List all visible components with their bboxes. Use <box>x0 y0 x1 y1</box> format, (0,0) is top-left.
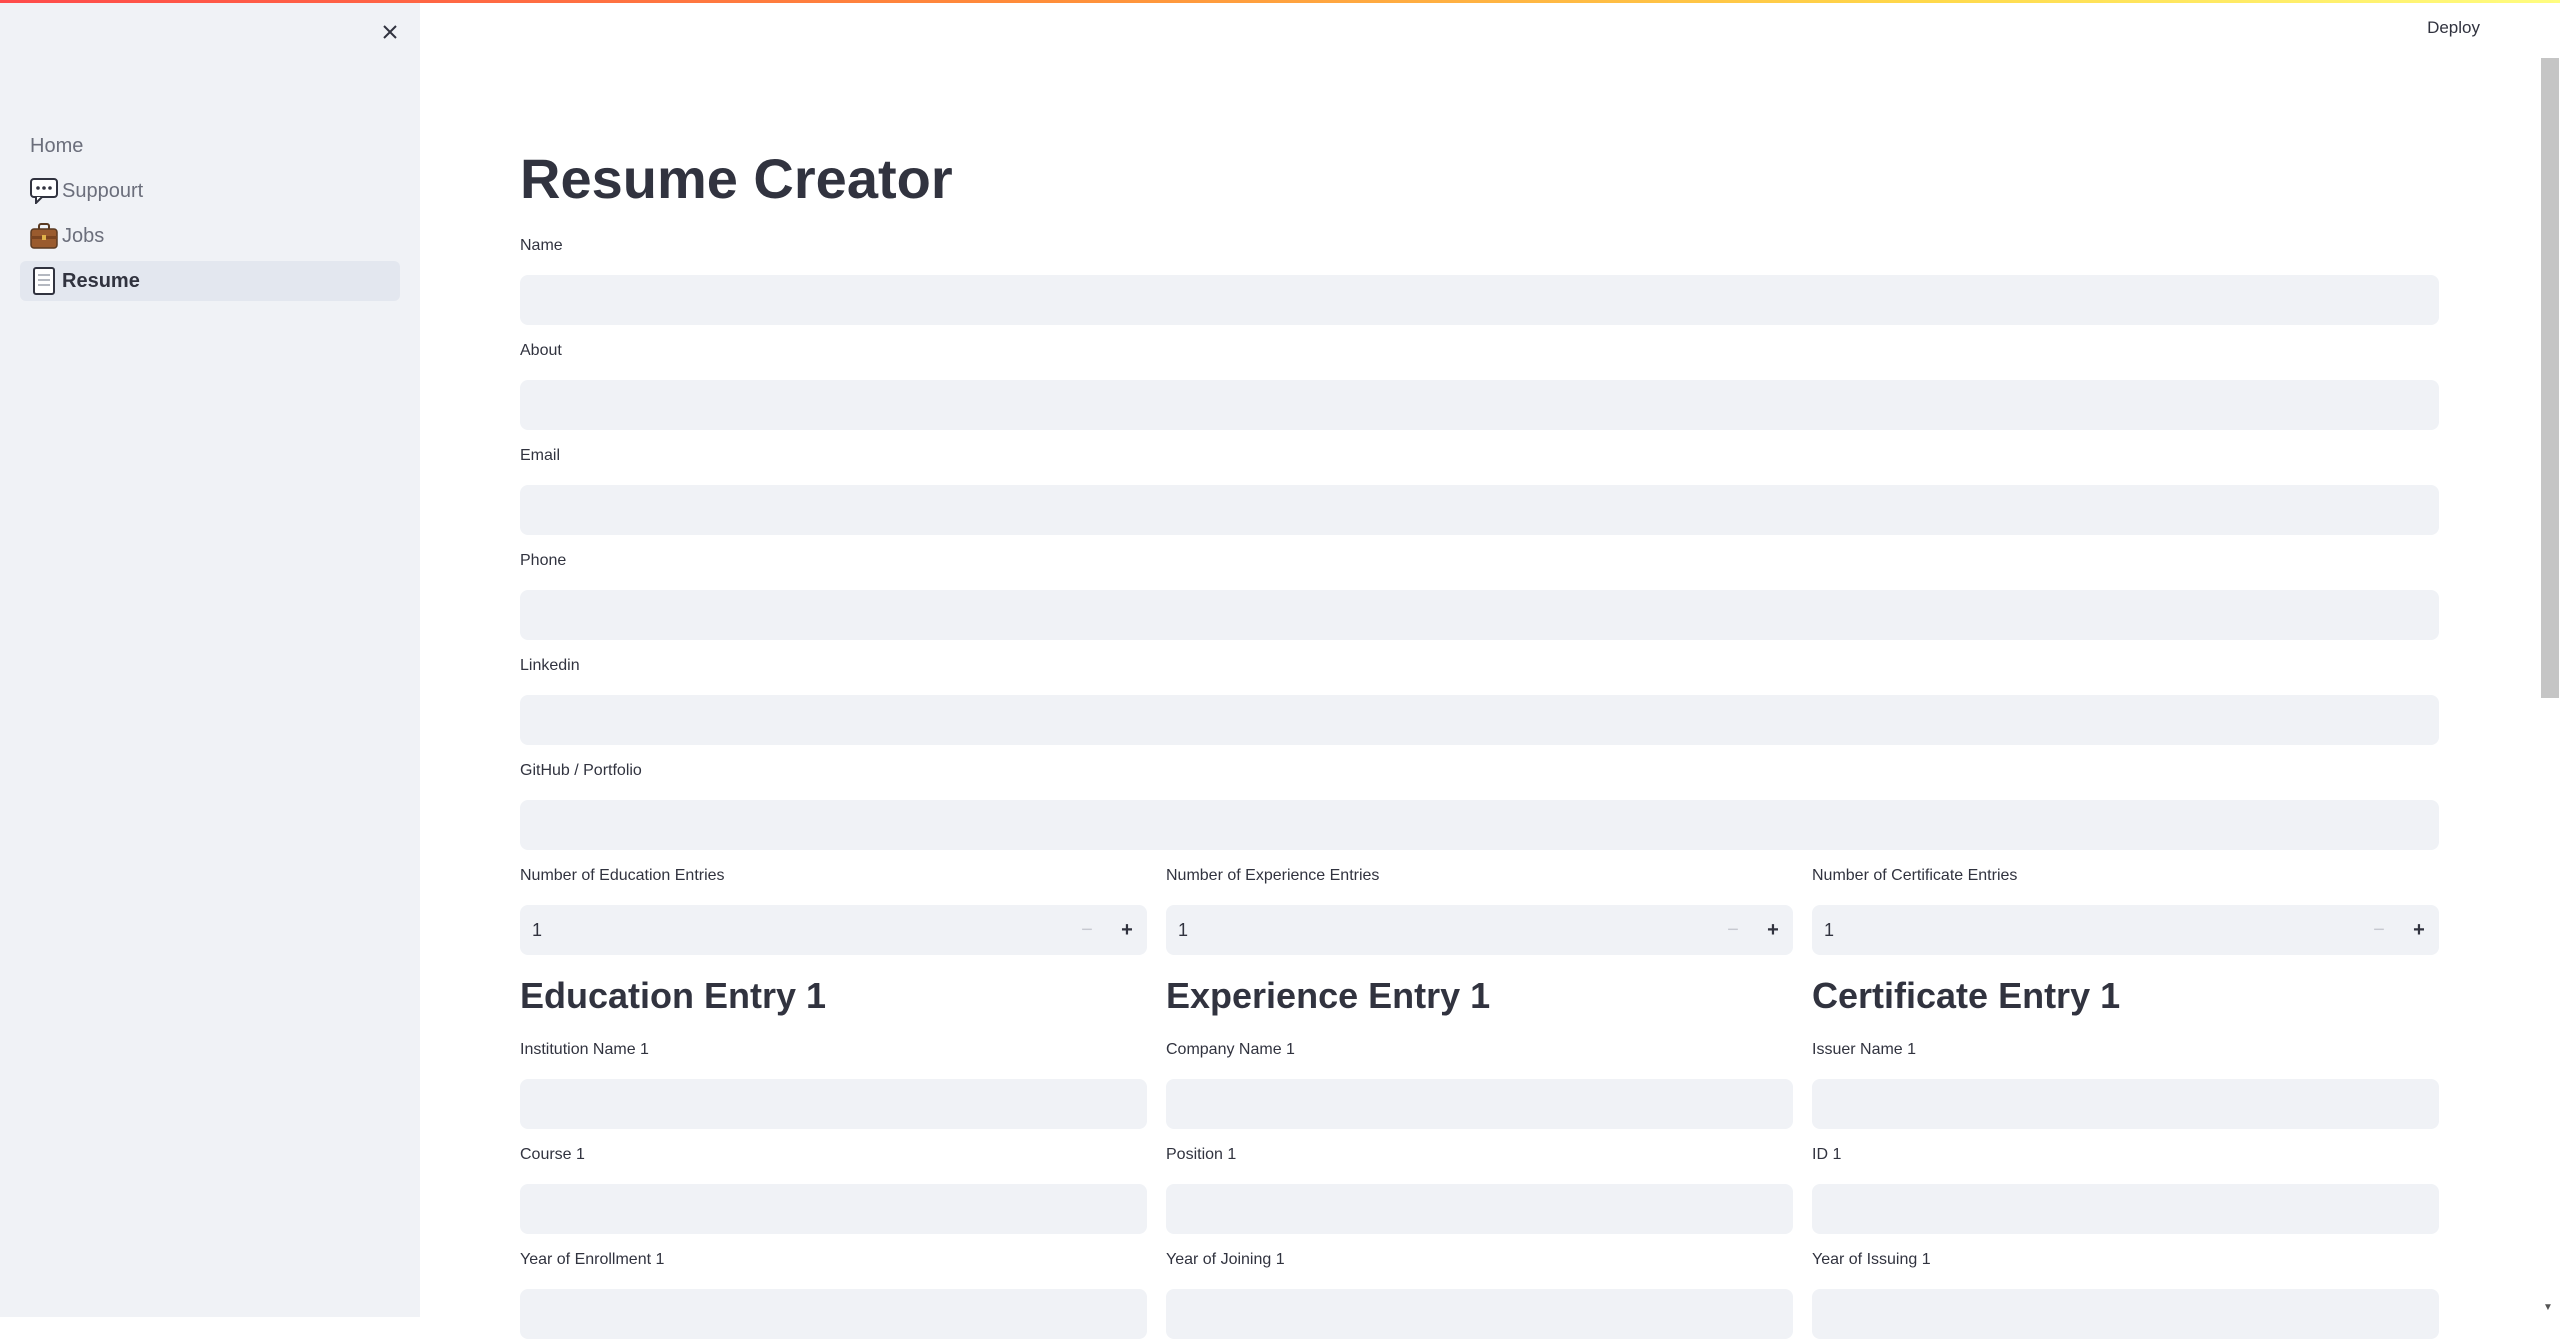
company-input[interactable] <box>1166 1079 1793 1129</box>
about-label: About <box>520 342 562 359</box>
issuer-label: Issuer Name 1 <box>1812 1041 1917 1058</box>
linkedin-label: Linkedin <box>520 657 580 674</box>
scrollbar-thumb[interactable] <box>2541 58 2559 698</box>
github-field: GitHub / Portfolio <box>520 760 2439 850</box>
company-field: Company Name 1 <box>1166 1039 1793 1129</box>
close-sidebar-button[interactable] <box>378 20 402 44</box>
course-field: Course 1 <box>520 1144 1147 1234</box>
enrollment-year-field: Year of Enrollment 1 <box>520 1249 1147 1339</box>
sidebar-item-label: Resume <box>62 269 140 292</box>
page-title: Resume Creator <box>520 147 953 210</box>
experience-count-label: Number of Experience Entries <box>1166 867 1380 884</box>
experience-count-field: Number of Experience Entries 1 − + <box>1166 865 1793 955</box>
sidebar-item-jobs[interactable]: Jobs <box>20 216 400 256</box>
decrement-button[interactable]: − <box>1067 905 1107 955</box>
linkedin-field: Linkedin <box>520 655 2439 745</box>
github-input[interactable] <box>520 800 2439 850</box>
phone-input[interactable] <box>520 590 2439 640</box>
education-count-field: Number of Education Entries 1 − + <box>520 865 1147 955</box>
github-label: GitHub / Portfolio <box>520 762 642 779</box>
name-label: Name <box>520 237 563 254</box>
certificate-count-stepper: 1 − + <box>1812 905 2439 955</box>
joining-year-label: Year of Joining 1 <box>1166 1251 1285 1268</box>
phone-label: Phone <box>520 552 567 569</box>
sidebar-item-label: Jobs <box>62 224 105 247</box>
email-input[interactable] <box>520 485 2439 535</box>
about-field: About <box>520 340 2439 430</box>
enrollment-year-label: Year of Enrollment 1 <box>520 1251 665 1268</box>
experience-count-stepper: 1 − + <box>1166 905 1793 955</box>
issuing-year-label: Year of Issuing 1 <box>1812 1251 1931 1268</box>
email-field: Email <box>520 445 2439 535</box>
issuing-year-input[interactable] <box>1812 1289 2439 1339</box>
scroll-down-arrow-icon[interactable]: ▼ <box>2543 1302 2553 1313</box>
sidebar-item-resume[interactable]: Resume <box>20 261 400 301</box>
sidebar: Home Suppourt Jobs Resume <box>0 0 420 1317</box>
joining-year-input[interactable] <box>1166 1289 1793 1339</box>
joining-year-field: Year of Joining 1 <box>1166 1249 1793 1339</box>
position-label: Position 1 <box>1166 1146 1237 1163</box>
course-input[interactable] <box>520 1184 1147 1234</box>
increment-button[interactable]: + <box>2399 905 2439 955</box>
issuer-field: Issuer Name 1 <box>1812 1039 2439 1129</box>
sidebar-item-home[interactable]: Home <box>20 126 400 166</box>
issuing-year-field: Year of Issuing 1 <box>1812 1249 2439 1339</box>
certificate-id-label: ID 1 <box>1812 1146 1842 1163</box>
education-count-value[interactable]: 1 <box>520 920 1067 941</box>
phone-field: Phone <box>520 550 2439 640</box>
increment-button[interactable]: + <box>1753 905 1793 955</box>
sidebar-item-suppourt[interactable]: Suppourt <box>20 171 400 211</box>
sidebar-nav: Home Suppourt Jobs Resume <box>20 126 400 306</box>
sidebar-item-label: Home <box>30 134 84 157</box>
speech-bubble-icon <box>30 177 58 205</box>
education-count-label: Number of Education Entries <box>520 867 725 884</box>
name-input[interactable] <box>520 275 2439 325</box>
education-heading: Education Entry 1 <box>520 975 827 1016</box>
certificate-heading: Certificate Entry 1 <box>1812 975 2121 1016</box>
experience-section: Experience Entry 1 Company Name 1 Positi… <box>1166 975 1793 1339</box>
decrement-button[interactable]: − <box>2359 905 2399 955</box>
institution-field: Institution Name 1 <box>520 1039 1147 1129</box>
position-input[interactable] <box>1166 1184 1793 1234</box>
page-icon <box>30 267 58 295</box>
experience-heading: Experience Entry 1 <box>1166 975 1491 1016</box>
education-section: Education Entry 1 Institution Name 1 Cou… <box>520 975 1147 1339</box>
certificate-count-field: Number of Certificate Entries 1 − + <box>1812 865 2439 955</box>
position-field: Position 1 <box>1166 1144 1793 1234</box>
main-content: Deploy Resume Creator Name About Email P… <box>420 0 2540 1339</box>
company-label: Company Name 1 <box>1166 1041 1295 1058</box>
enrollment-year-input[interactable] <box>520 1289 1147 1339</box>
briefcase-icon <box>30 222 58 250</box>
email-label: Email <box>520 447 561 464</box>
linkedin-input[interactable] <box>520 695 2439 745</box>
course-label: Course 1 <box>520 1146 585 1163</box>
sidebar-item-label: Suppourt <box>62 179 144 202</box>
increment-button[interactable]: + <box>1107 905 1147 955</box>
close-icon <box>383 25 397 39</box>
certificate-id-input[interactable] <box>1812 1184 2439 1234</box>
certificate-section: Certificate Entry 1 Issuer Name 1 ID 1 Y… <box>1812 975 2439 1339</box>
about-input[interactable] <box>520 380 2439 430</box>
certificate-id-field: ID 1 <box>1812 1144 2439 1234</box>
institution-label: Institution Name 1 <box>520 1041 649 1058</box>
name-field: Name <box>520 235 2439 325</box>
decrement-button[interactable]: − <box>1713 905 1753 955</box>
top-decoration-bar <box>0 0 2560 3</box>
institution-input[interactable] <box>520 1079 1147 1129</box>
issuer-input[interactable] <box>1812 1079 2439 1129</box>
education-count-stepper: 1 − + <box>520 905 1147 955</box>
certificate-count-label: Number of Certificate Entries <box>1812 867 2018 884</box>
certificate-count-value[interactable]: 1 <box>1812 920 2359 941</box>
experience-count-value[interactable]: 1 <box>1166 920 1713 941</box>
deploy-button[interactable]: Deploy <box>2427 18 2480 38</box>
